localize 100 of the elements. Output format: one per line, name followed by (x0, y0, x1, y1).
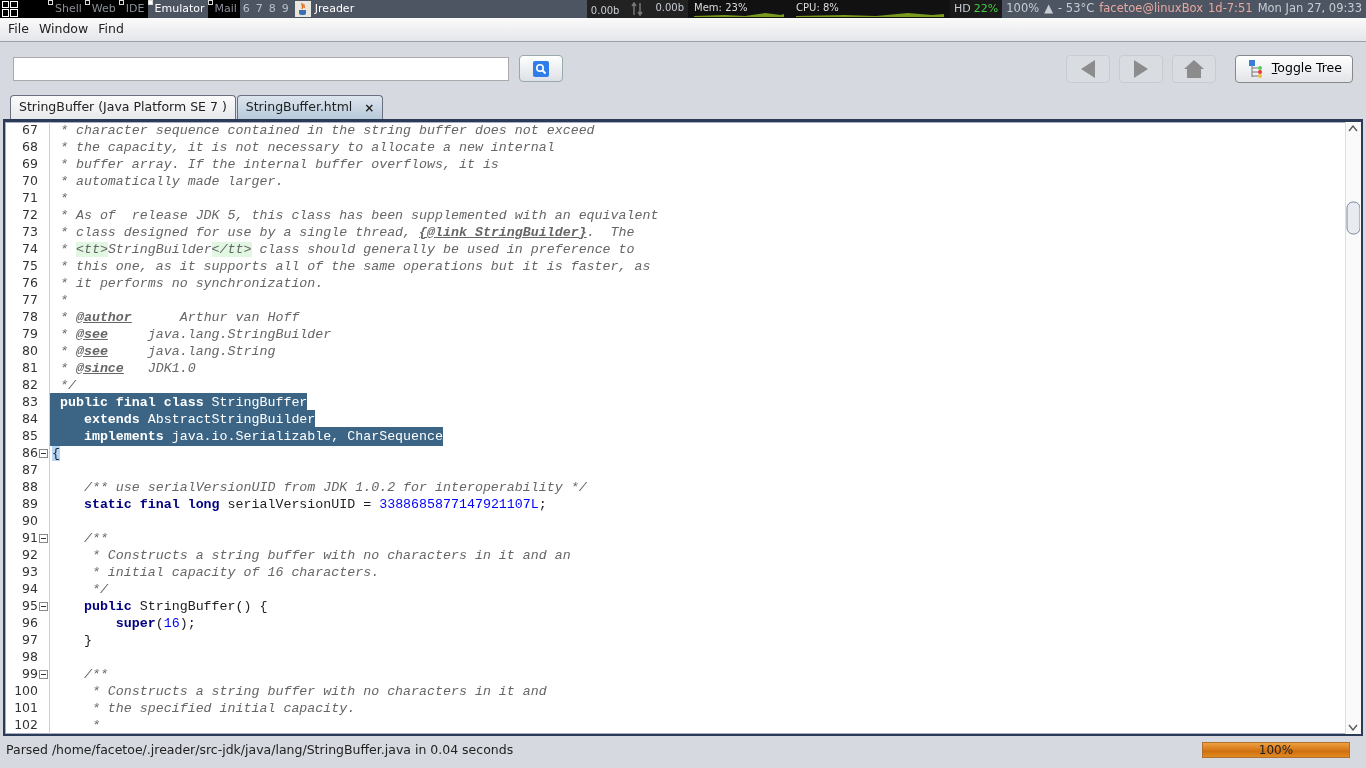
coffee-cup-icon (294, 1, 311, 17)
code-line: * <tt>StringBuilder</tt> class should generally be used in preference to (58, 240, 635, 259)
left-arrow-icon (1080, 59, 1095, 78)
line-number: 75 (21, 257, 38, 276)
line-number: 84 (21, 410, 38, 429)
line-number: 86 (21, 444, 38, 463)
volume-arrow: ▲ (1044, 0, 1054, 18)
tree-icon (1247, 59, 1264, 78)
line-number: 88 (21, 478, 38, 497)
vertical-scrollbar[interactable] (1345, 122, 1361, 734)
line-number: 76 (21, 274, 38, 293)
tab-title: StringBuffer.html (245, 98, 353, 117)
disk-usage: 22% (973, 0, 999, 17)
code-line: /** use serialVersionUID from JDK 1.0.2 for interoperability */ (82, 478, 587, 497)
line-number: 70 (21, 172, 38, 191)
collapse-icon[interactable] (38, 449, 48, 458)
code-line: * @since JDK1.0 (58, 359, 196, 378)
line-number: 69 (21, 155, 38, 174)
code-line: * As of release JDK 5, this class has been supplemented with an equivalent (58, 206, 659, 225)
line-number: 85 (21, 427, 38, 446)
close-tab-button[interactable]: × (364, 98, 375, 117)
line-number: 96 (21, 614, 38, 633)
code-line: * the specified initial capacity. (90, 699, 356, 718)
line-number: 83 (21, 393, 38, 412)
code-line: * it performs no synchronization. (58, 274, 324, 293)
workspace-tab[interactable]: IDE (118, 0, 148, 18)
code-line: * (90, 716, 100, 734)
line-number: 72 (21, 206, 38, 225)
workspace-tab[interactable]: Shell (48, 0, 85, 18)
line-number: 93 (21, 563, 38, 582)
document-tab[interactable]: StringBuffer (Java Platform SE 7 ) (10, 95, 236, 119)
line-number: 78 (21, 308, 38, 327)
search-button[interactable] (519, 55, 563, 82)
code-line: } (82, 631, 92, 650)
clock: Mon Jan 27, 09:33 (1257, 0, 1362, 18)
up-down-arrows-icon (631, 1, 644, 16)
cpu-usage: CPU: 8% (796, 2, 839, 13)
collapse-icon[interactable] (38, 602, 48, 611)
search-icon (533, 60, 549, 77)
line-number: 87 (21, 461, 38, 480)
line-number: 79 (21, 325, 38, 344)
code-line: /** (82, 529, 108, 548)
code-line: * class designed for use by a single thread, {@link StringBuilder}. The (58, 223, 635, 242)
code-line: * @see java.lang.String (58, 342, 276, 361)
menu-item[interactable]: Window (36, 20, 91, 39)
document-tab[interactable]: StringBuffer.html × (236, 95, 384, 119)
line-number: 95 (21, 597, 38, 616)
home-icon (1183, 59, 1204, 78)
toggle-tree-button[interactable]: Toggle Tree (1234, 54, 1353, 83)
code-line: */ (58, 376, 76, 395)
line-number: 73 (21, 223, 38, 242)
code-line: * (58, 291, 68, 310)
memory-usage: Mem: 23% (694, 2, 748, 13)
grid-icon[interactable] (2, 1, 18, 17)
code-line: * (58, 189, 68, 208)
tab-title: StringBuffer (Java Platform SE 7 ) (19, 98, 227, 117)
collapse-icon[interactable] (38, 534, 48, 543)
right-arrow-icon (1133, 59, 1148, 78)
status-message: Parsed /home/facetoe/.jreader/src-jdk/java/lang/StringBuffer.java in 0.04 seconds (6, 740, 514, 759)
code-line: public StringBuffer() { (82, 597, 268, 616)
workspace-tab[interactable]: Mail (207, 0, 240, 18)
code-line: */ (90, 580, 108, 599)
line-number: 89 (21, 495, 38, 514)
code-line: static final long serialVersionUID = 3388685877147921107L; (82, 495, 547, 514)
line-number: 74 (21, 240, 38, 259)
search-field[interactable] (13, 56, 509, 81)
line-number: 99 (21, 665, 38, 684)
line-number: 81 (21, 359, 38, 378)
line-number: 102 (13, 716, 38, 734)
line-number: 71 (21, 189, 38, 208)
code-line: * initial capacity of 16 characters. (90, 563, 380, 582)
line-number: 91 (21, 529, 38, 548)
collapse-icon[interactable] (38, 670, 48, 679)
code-line: * the capacity, it is not necessary to allocate a new internal (58, 138, 555, 157)
line-number: 68 (21, 138, 38, 157)
code-line: * Constructs a string buffer with no characters in it and (90, 682, 547, 701)
uptime: 1d-7:51 (1208, 0, 1253, 18)
line-number: 80 (21, 342, 38, 361)
code-line: * buffer array. If the internal buffer overflows, it is (58, 155, 499, 174)
network-download-reading: 0.00b (590, 4, 620, 18)
code-editor[interactable] (3, 119, 1363, 736)
line-number: 94 (21, 580, 38, 599)
line-number: 98 (21, 648, 38, 667)
temperature: - 53°C (1058, 0, 1095, 18)
code-line: * automatically made larger. (58, 172, 284, 191)
menu-item[interactable]: File (6, 20, 31, 39)
code-line: * Constructs a string buffer with no characters in it and an (90, 546, 571, 565)
network-upload-reading: 0.00b (655, 1, 685, 15)
code-line: super(16); (114, 614, 196, 633)
code-line: /** (82, 665, 108, 684)
code-line: * @see java.lang.StringBuilder (58, 325, 332, 344)
line-number: 101 (13, 699, 38, 718)
progress-reading: 100% (1257, 743, 1295, 757)
menu-item[interactable]: Find (96, 20, 126, 39)
disk-label: HD (954, 0, 971, 17)
line-number: 82 (21, 376, 38, 395)
line-number: 97 (21, 631, 38, 650)
workspace-tab[interactable]: Web (84, 0, 119, 18)
code-line: * this one, as it supports all of the same operations but it is faster, as (58, 257, 651, 276)
user-host: facetoe@linuxBox (1099, 0, 1204, 18)
